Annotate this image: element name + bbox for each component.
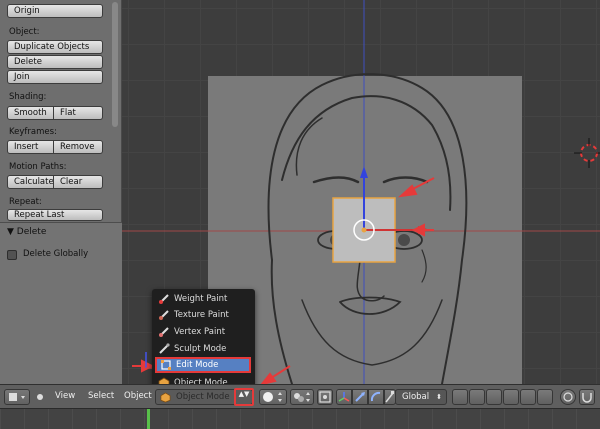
chevron-updown-icon: ⬍	[436, 393, 442, 401]
mode-select-arrows[interactable]: ▲▼	[234, 388, 254, 406]
layer-button-2[interactable]	[469, 389, 485, 405]
menu-item-label: Weight Paint	[174, 294, 228, 304]
timeline-strip[interactable]	[0, 408, 600, 429]
menu-item-vertex-paint[interactable]: Vertex Paint	[155, 324, 251, 340]
editor-type-icon	[9, 393, 25, 401]
layer-button-1[interactable]	[452, 389, 468, 405]
operator-panel: ▼ Delete Delete Globally	[0, 222, 122, 384]
layer-button-6[interactable]	[537, 389, 553, 405]
toolshelf-scrollbar[interactable]	[112, 2, 118, 127]
vertex-paint-icon	[159, 327, 169, 337]
repeat-section-label: Repeat:	[9, 197, 42, 207]
editor-type-button[interactable]	[4, 389, 30, 405]
duplicate-objects-button[interactable]: Duplicate Objects	[7, 40, 103, 54]
menu-item-weight-paint[interactable]: Weight Paint	[155, 291, 251, 307]
operator-panel-header[interactable]: ▼ Delete	[7, 227, 46, 237]
mode-dropdown-menu: Weight Paint Texture Paint Vertex Paint …	[152, 289, 255, 393]
magnet-icon	[582, 393, 592, 403]
object-section-label: Object:	[9, 27, 40, 37]
remove-keyframe-button[interactable]: Remove	[54, 140, 103, 154]
rotate-button[interactable]	[368, 389, 384, 405]
select-menu[interactable]: Select	[88, 391, 114, 401]
origin-button[interactable]: Origin	[7, 4, 103, 18]
sculpt-icon	[159, 343, 170, 354]
menu-item-label: Edit Mode	[176, 360, 219, 370]
transform-all-button[interactable]	[336, 389, 352, 405]
scale-icon	[385, 391, 394, 403]
menu-item-edit-mode[interactable]: Edit Mode	[155, 357, 251, 373]
shading-section-label: Shading:	[9, 92, 47, 102]
viewport-shading-button[interactable]	[259, 389, 287, 405]
smooth-button[interactable]: Smooth	[7, 106, 54, 120]
object-mode-icon	[160, 392, 171, 403]
insert-keyframe-button[interactable]: Insert	[7, 140, 54, 154]
layer-button-3[interactable]	[486, 389, 502, 405]
z-arrow-head-icon[interactable]	[360, 166, 368, 178]
translate-arrow-icon	[355, 392, 365, 402]
object-menu[interactable]: Object	[124, 391, 152, 401]
collapse-triangle-icon[interactable]: ▼	[7, 227, 14, 237]
tool-shelf: Origin Object: Duplicate Objects Delete …	[0, 0, 122, 222]
current-frame-cursor[interactable]	[147, 409, 150, 429]
rotate-icon	[370, 391, 381, 402]
calculate-button[interactable]: Calculate	[7, 175, 54, 189]
transform-orientation-select[interactable]: Global ⬍	[395, 389, 447, 405]
menu-item-sculpt-mode[interactable]: Sculpt Mode	[155, 341, 251, 357]
flat-button[interactable]: Flat	[54, 106, 103, 120]
translate-button[interactable]	[352, 389, 368, 405]
3d-cursor-icon[interactable]	[574, 138, 600, 168]
lock-layers-button[interactable]	[560, 389, 576, 405]
menu-item-label: Sculpt Mode	[174, 344, 227, 354]
repeat-last-button[interactable]: Repeat Last	[7, 209, 103, 221]
mode-select-value: Object Mode	[176, 392, 230, 402]
join-button[interactable]: Join	[7, 70, 103, 84]
view-menu[interactable]: View	[55, 391, 75, 401]
menu-item-label: Vertex Paint	[174, 327, 226, 337]
pivot-point-icon	[294, 392, 310, 402]
menu-item-label: Texture Paint	[174, 310, 229, 320]
orientation-value: Global	[402, 392, 430, 402]
menu-item-texture-paint[interactable]: Texture Paint	[155, 307, 251, 323]
layer-button-4[interactable]	[503, 389, 519, 405]
menu-collapse-icon[interactable]	[36, 393, 44, 401]
manipulator-icon	[319, 391, 331, 403]
shading-sphere-icon	[263, 392, 282, 402]
transform-axes-icon	[338, 392, 350, 402]
layer-button-5[interactable]	[520, 389, 536, 405]
object-origin-icon	[361, 227, 367, 233]
pivot-point-button[interactable]	[290, 389, 314, 405]
weight-paint-icon	[159, 294, 169, 304]
snap-icon	[563, 392, 573, 402]
texture-paint-icon	[159, 310, 169, 320]
snap-toggle-button[interactable]	[579, 389, 595, 405]
manipulator-toggle-button[interactable]	[317, 389, 333, 405]
viewport-header: View Select Object Object Mode ▲▼ Global…	[0, 384, 600, 408]
edit-mode-icon	[161, 360, 171, 370]
clear-button[interactable]: Clear	[54, 175, 103, 189]
delete-button[interactable]: Delete	[7, 55, 103, 69]
motion-paths-section-label: Motion Paths:	[9, 162, 67, 172]
operator-title: Delete	[16, 227, 47, 237]
keyframes-section-label: Keyframes:	[9, 127, 57, 137]
delete-globally-label: Delete Globally	[23, 249, 89, 259]
delete-globally-checkbox[interactable]	[7, 250, 17, 260]
